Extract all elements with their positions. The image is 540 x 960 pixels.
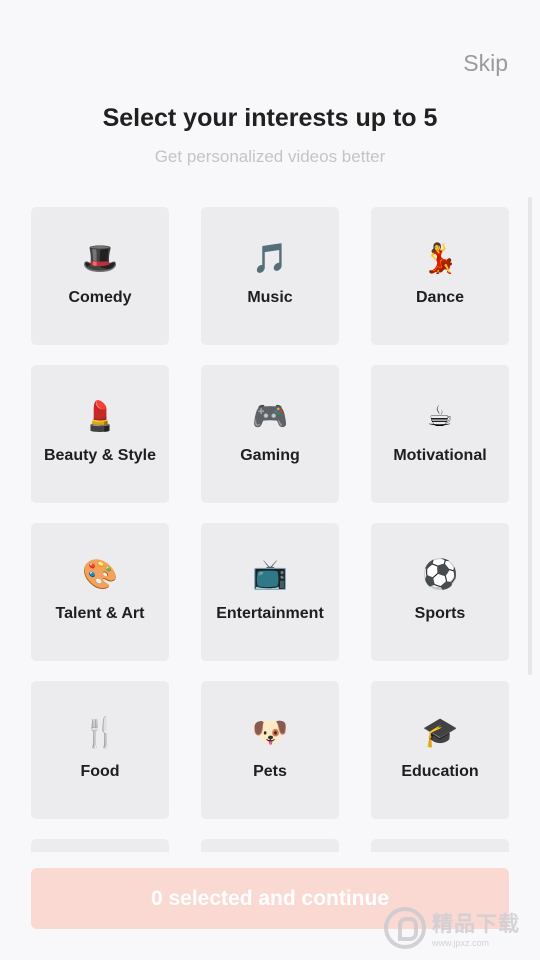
- interest-label: Gaming: [240, 447, 300, 464]
- interest-tile[interactable]: 🎓 Education: [371, 681, 509, 819]
- soccer-ball-icon: ⚽: [421, 557, 459, 591]
- dog-face-icon: 🐶: [251, 715, 289, 749]
- interest-tile[interactable]: 🐶 Pets: [201, 681, 339, 819]
- interest-tile[interactable]: 📺 Entertainment: [201, 523, 339, 661]
- dancer-icon: 💃: [421, 241, 459, 275]
- interest-tile[interactable]: ☕ Motivational: [371, 365, 509, 503]
- interest-label: Motivational: [393, 447, 487, 464]
- lipstick-icon: 💄: [81, 399, 119, 433]
- top-hat-icon: 🎩: [81, 241, 119, 275]
- interest-grid: 🎩 Comedy 🎵 Music 💃 Dance 💄 Beauty & Style 🎮 Gamin…: [31, 207, 509, 852]
- interest-tile[interactable]: [31, 839, 169, 852]
- interest-label: Music: [247, 289, 293, 306]
- graduation-cap-icon: 🎓: [421, 715, 459, 749]
- watermark-logo-icon: [384, 907, 426, 949]
- interest-tile[interactable]: 🎮 Gaming: [201, 365, 339, 503]
- television-icon: 📺: [251, 557, 289, 591]
- interest-tile[interactable]: 🍴 Food: [31, 681, 169, 819]
- watermark: 精品下载 www.jpxz.com: [384, 900, 540, 956]
- scrollbar[interactable]: [528, 197, 532, 675]
- interest-tile[interactable]: ⚽ Sports: [371, 523, 509, 661]
- page-subtitle: Get personalized videos better: [154, 147, 386, 166]
- interests-screen: Skip Select your interests up to 5 Get p…: [0, 0, 540, 960]
- interest-tile[interactable]: 🎩 Comedy: [31, 207, 169, 345]
- music-note-icon: 🎵: [251, 241, 289, 275]
- interest-tile[interactable]: 🎨 Talent & Art: [31, 523, 169, 661]
- watermark-url: www.jpxz.com: [432, 938, 490, 948]
- interest-grid-viewport[interactable]: 🎩 Comedy 🎵 Music 💃 Dance 💄 Beauty & Style 🎮 Gamin…: [0, 207, 540, 852]
- interest-tile[interactable]: 💃 Dance: [371, 207, 509, 345]
- gamepad-icon: 🎮: [251, 399, 289, 433]
- interest-tile[interactable]: 💄 Beauty & Style: [31, 365, 169, 503]
- interest-tile[interactable]: 🎵 Music: [201, 207, 339, 345]
- interest-label: Entertainment: [216, 605, 324, 622]
- interest-label: Beauty & Style: [43, 447, 157, 464]
- interest-label: Pets: [253, 763, 287, 780]
- interest-label: Food: [80, 763, 120, 780]
- coffee-icon: ☕: [427, 399, 453, 433]
- interest-tile[interactable]: [371, 839, 509, 852]
- interest-label: Comedy: [68, 289, 132, 306]
- skip-button[interactable]: Skip: [463, 50, 508, 77]
- interest-label: Sports: [414, 605, 466, 622]
- watermark-text: 精品下载: [432, 912, 520, 936]
- interest-label: Education: [401, 763, 479, 780]
- interest-label: Talent & Art: [55, 605, 145, 622]
- fork-knife-icon: 🍴: [81, 715, 119, 749]
- page-title: Select your interests up to 5: [102, 104, 438, 132]
- palette-icon: 🎨: [81, 557, 119, 591]
- interest-label: Dance: [415, 289, 465, 306]
- interest-tile[interactable]: [201, 839, 339, 852]
